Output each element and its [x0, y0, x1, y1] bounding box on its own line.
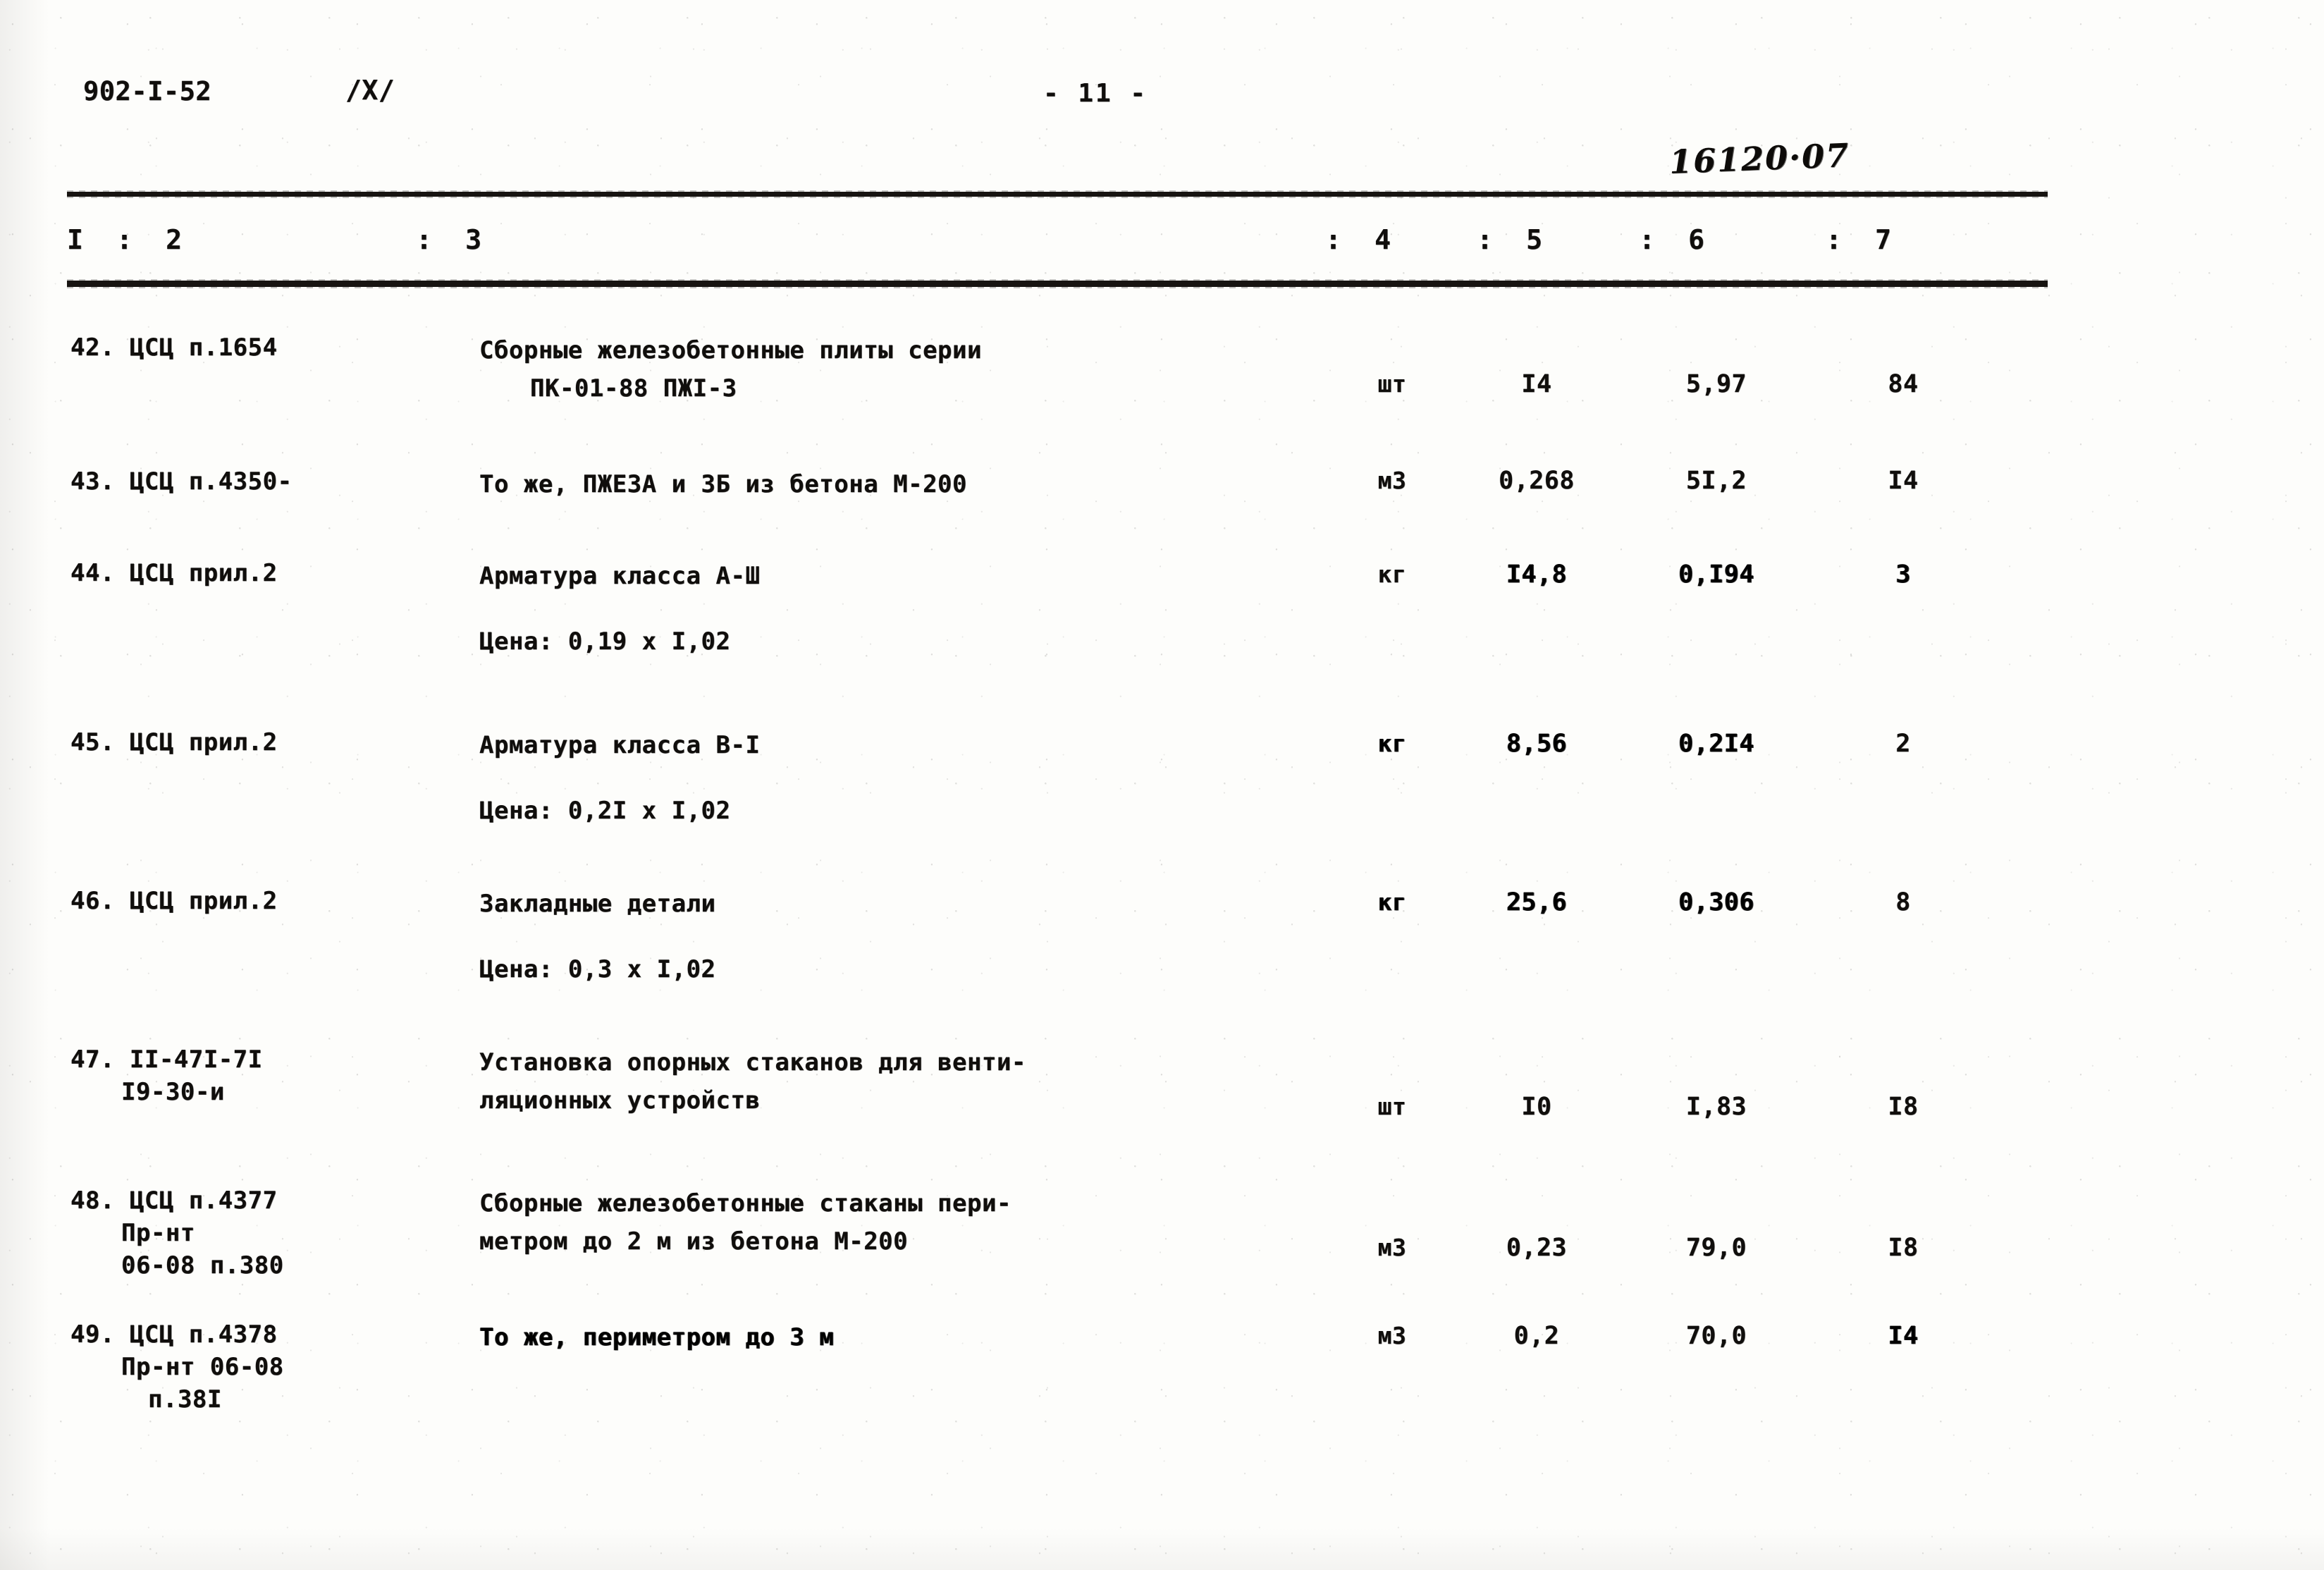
row-total-cost: I8: [1888, 1234, 1919, 1262]
row-unit-cost: 79,0: [1685, 1234, 1747, 1262]
column-header-3: : 3: [416, 224, 482, 255]
document-code: 902-I-52: [83, 76, 212, 106]
column-header-6: : 6: [1639, 224, 1705, 255]
row-unit: шт: [1377, 370, 1407, 398]
reference-code-line: 06-08 п.380: [121, 1251, 284, 1280]
reference-code-line: 44. ЦСЦ прил.2: [70, 559, 278, 587]
row-unit-cost: 0,2I4: [1678, 730, 1754, 758]
row-unit: шт: [1377, 1093, 1407, 1120]
handwritten-annotation: 16120·07: [1668, 136, 1851, 181]
description-line: Сборные железобетонные стаканы пери-: [479, 1189, 1012, 1218]
row-description: Сборные железобетонные плиты серии ПК-01-…: [479, 331, 1290, 407]
reference-code-line: 43. ЦСЦ п.4350-: [70, 467, 293, 496]
row-price-note: Цена: 0,2I х I,02: [479, 797, 731, 825]
row-description: Закладные детали: [479, 885, 1290, 923]
row-reference-code: 43. ЦСЦ п.4350-: [70, 465, 465, 498]
row-quantity: 0,2: [1513, 1322, 1560, 1350]
description-line: То же, ПЖЕ3А и 3Б из бетона М-200: [479, 470, 968, 498]
description-line: Сборные железобетонные плиты серии: [479, 336, 982, 364]
document-section-marker: /X/: [345, 75, 395, 106]
row-unit-cost: 5,97: [1685, 370, 1747, 398]
row-total-cost: 3: [1895, 560, 1911, 589]
row-unit: м3: [1377, 1322, 1407, 1349]
row-unit-cost: I,83: [1685, 1093, 1747, 1121]
row-total-cost: I4: [1888, 1322, 1919, 1350]
reference-code-line: 45. ЦСЦ прил.2: [70, 728, 278, 756]
row-unit-cost: 0,I94: [1678, 560, 1754, 589]
column-header-1: I: [67, 224, 84, 255]
row-reference-code: 44. ЦСЦ прил.2: [70, 557, 465, 589]
description-line: Закладные детали: [479, 890, 716, 918]
reference-code-line: 49. ЦСЦ п.4378: [70, 1320, 278, 1349]
row-reference-code: 46. ЦСЦ прил.2: [70, 885, 465, 917]
reference-code-line: 47. II-47I-7I: [70, 1045, 263, 1074]
row-total-cost: 84: [1888, 370, 1919, 398]
row-description: Арматура класса А-Ш: [479, 557, 1290, 595]
row-quantity: I0: [1521, 1093, 1552, 1121]
row-description: Сборные железобетонные стаканы пери-метр…: [479, 1184, 1290, 1261]
row-unit: кг: [1377, 730, 1407, 757]
row-reference-code: 42. ЦСЦ п.1654: [70, 331, 465, 364]
description-line: ляционных устройств: [479, 1086, 761, 1115]
row-unit-cost: 0,306: [1678, 888, 1754, 916]
page-number: - 11 -: [1043, 79, 1148, 108]
row-price-note: Цена: 0,3 х I,02: [479, 955, 716, 983]
row-quantity: 8,56: [1506, 730, 1568, 758]
row-description: То же, ПЖЕ3А и 3Б из бетона М-200: [479, 465, 1290, 503]
row-description: Арматура класса В-I: [479, 726, 1290, 764]
column-header-2: : 2: [116, 224, 183, 255]
description-line: ПК-01-88 ПЖI-3: [530, 374, 737, 403]
description-line: Установка опорных стаканов для венти-: [479, 1048, 1026, 1077]
description-line: Арматура класса А-Ш: [479, 562, 761, 590]
row-quantity: I4: [1521, 370, 1552, 398]
column-header-4: : 4: [1325, 224, 1391, 255]
description-line: метром до 2 м из бетона М-200: [479, 1227, 909, 1256]
table-top-rule: [67, 190, 2048, 198]
reference-code-line: I9-30-и: [121, 1078, 225, 1106]
description-line: Арматура класса В-I: [479, 731, 761, 759]
column-header-7: : 7: [1826, 224, 1892, 255]
row-total-cost: 8: [1895, 888, 1911, 916]
row-unit-cost: 70,0: [1685, 1322, 1747, 1350]
reference-code-line: 48. ЦСЦ п.4377: [70, 1186, 278, 1215]
row-total-cost: I8: [1888, 1093, 1919, 1121]
reference-code-line: 42. ЦСЦ п.1654: [70, 333, 278, 362]
description-line: То же, периметром до 3 м: [479, 1323, 835, 1351]
row-quantity: 25,6: [1506, 888, 1568, 916]
reference-code-line: Пр-нт: [121, 1219, 195, 1247]
reference-code-line: п.38I: [148, 1385, 222, 1413]
table-header-rule: [67, 279, 2048, 288]
row-unit: кг: [1377, 560, 1407, 588]
row-unit: м3: [1377, 467, 1407, 494]
reference-code-line: Пр-нт 06-08: [121, 1353, 284, 1381]
row-reference-code: 45. ЦСЦ прил.2: [70, 726, 465, 759]
row-description: Установка опорных стаканов для венти-ляц…: [479, 1043, 1290, 1120]
row-reference-code: 48. ЦСЦ п.4377 Пр-нт 06-08 п.380: [70, 1184, 465, 1282]
row-total-cost: 2: [1895, 730, 1911, 758]
row-unit: м3: [1377, 1234, 1407, 1261]
row-unit-cost: 5I,2: [1685, 467, 1747, 495]
row-reference-code: 49. ЦСЦ п.4378 Пр-нт 06-08 п.38I: [70, 1318, 465, 1416]
row-quantity: I4,8: [1506, 560, 1568, 589]
row-unit: кг: [1377, 888, 1407, 916]
reference-code-line: 46. ЦСЦ прил.2: [70, 887, 278, 915]
document-page: 902-I-52 /X/ - 11 - 16120·07 I : 2 : 3 :…: [0, 0, 2324, 1570]
row-reference-code: 47. II-47I-7I I9-30-и: [70, 1043, 465, 1108]
row-total-cost: I4: [1888, 467, 1919, 495]
row-quantity: 0,268: [1499, 467, 1575, 495]
row-price-note: Цена: 0,19 х I,02: [479, 627, 731, 656]
row-description: То же, периметром до 3 м: [479, 1318, 1290, 1356]
column-header-5: : 5: [1477, 224, 1543, 255]
row-quantity: 0,23: [1506, 1234, 1568, 1262]
